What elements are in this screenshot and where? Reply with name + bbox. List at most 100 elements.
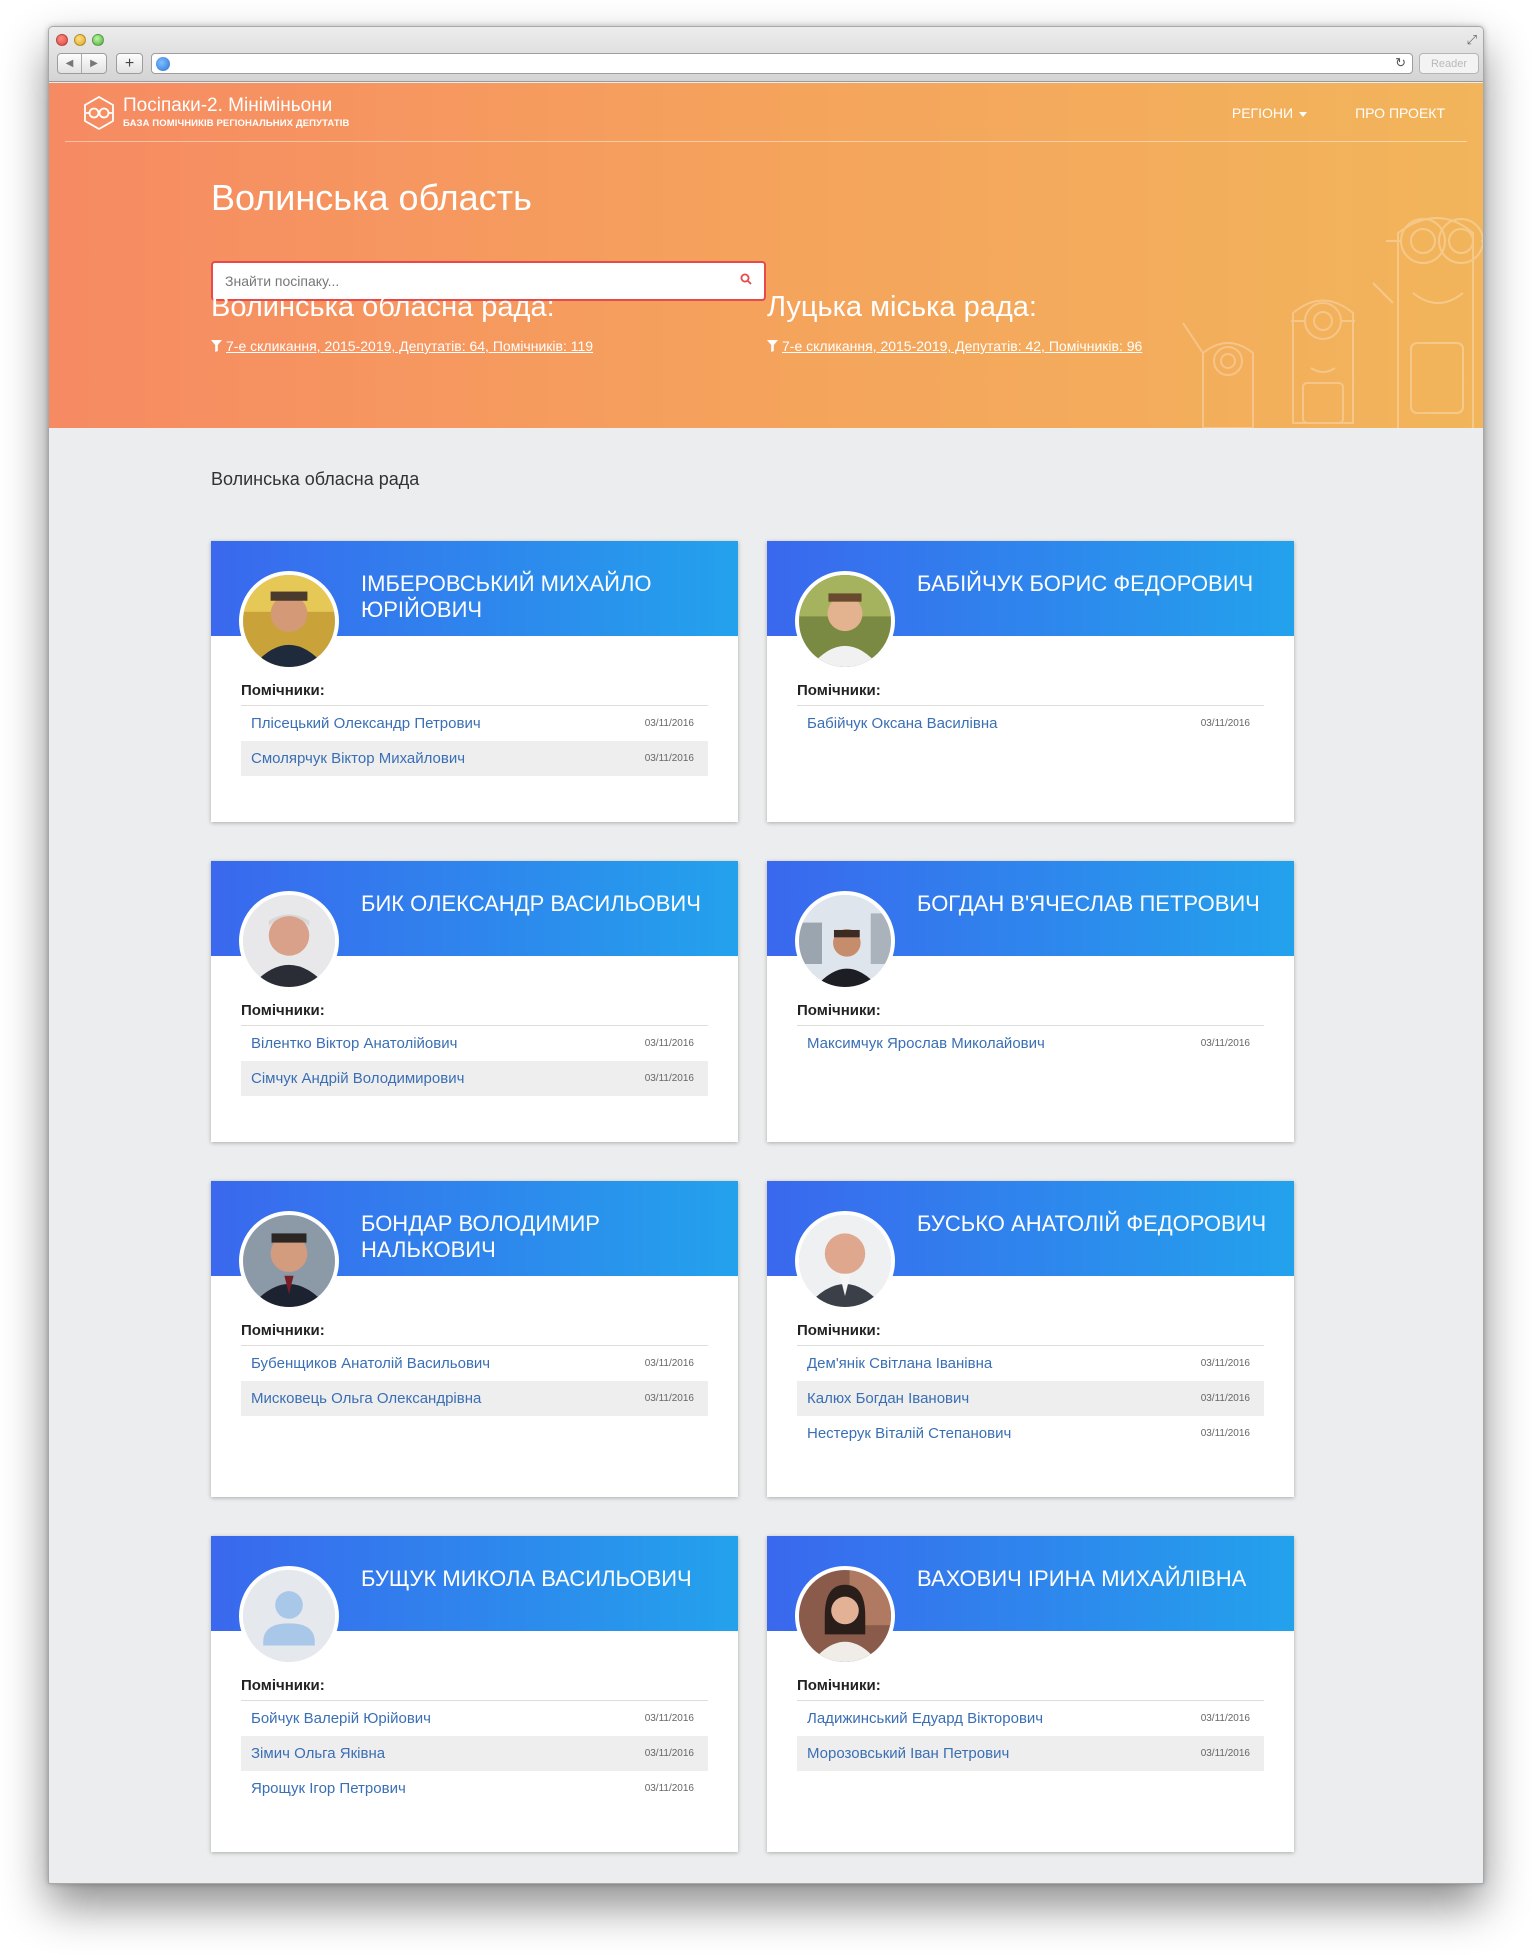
photo-man-light (799, 1215, 891, 1307)
assistant-date: 03/11/2016 (1200, 1393, 1250, 1404)
assistants-label: Помічники: (797, 1322, 1264, 1346)
card-header: Бущук Микола Васильович (211, 1536, 738, 1666)
new-tab-button[interactable]: + (116, 53, 143, 74)
assistant-row: Ладижинський Едуард Вікторович 03/11/201… (797, 1701, 1264, 1736)
card-header: Бондар Володимир Налькович (211, 1181, 738, 1311)
deputy-name[interactable]: Бусько Анатолій Федорович (917, 1211, 1267, 1237)
assistant-row: Бубенщиков Анатолій Васильович 03/11/201… (241, 1346, 708, 1381)
assistants-list: Ладижинський Едуард Вікторович 03/11/201… (797, 1701, 1264, 1771)
nav-regions-label: РЕГІОНИ (1231, 105, 1294, 121)
assistant-name[interactable]: Морозовський Іван Петрович (807, 1745, 1009, 1762)
assistant-date: 03/11/2016 (1200, 1358, 1250, 1369)
globe-icon (156, 57, 170, 71)
assistant-name[interactable]: Зімич Ольга Яківна (251, 1745, 385, 1762)
assistant-name[interactable]: Калюх Богдан Іванович (807, 1390, 969, 1407)
assistant-row: Сімчук Андрій Володимирович 03/11/2016 (241, 1061, 708, 1096)
deputy-name[interactable]: Бущук Микола Васильович (361, 1566, 711, 1592)
deputy-name[interactable]: Бабійчук Борис Федорович (917, 571, 1267, 597)
council-info-link[interactable]: 7-е скликання, 2015-2019, Депутатів: 42,… (767, 338, 1142, 354)
deputy-photo[interactable] (795, 1211, 895, 1311)
assistant-row: Ярощук Ігор Петрович 03/11/2016 (241, 1771, 708, 1806)
reload-icon[interactable]: ↻ (1395, 55, 1406, 71)
assistant-name[interactable]: Максимчук Ярослав Миколайович (807, 1035, 1045, 1052)
assistant-name[interactable]: Дем'янік Світлана Іванівна (807, 1355, 992, 1372)
deputy-card: Бондар Володимир Налькович Помічники: Бу… (211, 1181, 738, 1497)
deputy-photo[interactable] (795, 891, 895, 991)
council-info-text: 7-е скликання, 2015-2019, Депутатів: 42,… (782, 338, 1143, 354)
assistant-name[interactable]: Смолярчук Віктор Михайлович (251, 750, 465, 767)
reader-button[interactable]: Reader (1419, 53, 1479, 74)
close-window-icon[interactable] (56, 34, 68, 46)
assistant-name[interactable]: Бойчук Валерій Юрійович (251, 1710, 431, 1727)
search-icon[interactable] (740, 273, 752, 285)
address-bar[interactable]: ↻ (151, 53, 1413, 74)
assistant-date: 03/11/2016 (1200, 1713, 1250, 1724)
site-brand[interactable]: Посіпаки-2. Мініміньони БАЗА ПОМІЧНИКІВ … (81, 95, 349, 131)
site-subtitle: БАЗА ПОМІЧНИКІВ РЕГІОНАЛЬНИХ ДЕПУТАТІВ (123, 118, 350, 129)
deputy-name[interactable]: Богдан В'ячеслав Петрович (917, 891, 1267, 917)
back-icon[interactable]: ◀ (58, 54, 82, 73)
assistant-name[interactable]: Ладижинський Едуард Вікторович (807, 1710, 1043, 1727)
nav-regions-dropdown[interactable]: РЕГІОНИ (1231, 105, 1308, 121)
minion-logo-icon (84, 95, 114, 131)
deputy-photo[interactable] (239, 891, 339, 991)
deputy-name[interactable]: Бондар Володимир Налькович (361, 1211, 711, 1263)
assistants-list: Бойчук Валерій Юрійович 03/11/2016 Зімич… (241, 1701, 708, 1806)
council-name: Волинська обласна рада: (211, 291, 555, 323)
assistants-list: Бабійчук Оксана Василівна 03/11/2016 (797, 706, 1264, 741)
fullscreen-icon[interactable]: ⤢ (1467, 32, 1477, 48)
header-divider (65, 141, 1467, 142)
deputy-photo[interactable] (239, 1211, 339, 1311)
photo-man-gray (243, 895, 335, 987)
council-block-regional: Волинська обласна рада: 7-е скликання, 2… (211, 291, 593, 354)
deputy-photo[interactable] (239, 571, 339, 671)
site-header: Посіпаки-2. Мініміньони БАЗА ПОМІЧНИКІВ … (49, 83, 1483, 428)
assistant-date: 03/11/2016 (644, 1748, 694, 1759)
nav-about-link[interactable]: ПРО ПРОЕКТ (1355, 105, 1445, 121)
deputy-card: Бабійчук Борис Федорович Помічники: Бабі… (767, 541, 1294, 822)
assistant-name[interactable]: Ярощук Ігор Петрович (251, 1780, 406, 1797)
assistant-name[interactable]: Вілентко Віктор Анатолійович (251, 1035, 457, 1052)
assistants-label: Помічники: (797, 1002, 1264, 1026)
photo-man-yellow (243, 575, 335, 667)
assistant-date: 03/11/2016 (1200, 718, 1250, 729)
assistants-label: Помічники: (797, 1677, 1264, 1701)
card-header: Бусько Анатолій Федорович (767, 1181, 1294, 1311)
assistant-row: Плісецький Олександр Петрович 03/11/2016 (241, 706, 708, 741)
assistants-list: Максимчук Ярослав Миколайович 03/11/2016 (797, 1026, 1264, 1061)
deputy-card: Бик Олександр Васильович Помічники: Віле… (211, 861, 738, 1142)
browser-window: ⤢ ◀ ▶ + ↻ Reader Посіпаки-2. Мініміньони… (48, 26, 1484, 1884)
deputy-card: Богдан В'ячеслав Петрович Помічники: Мак… (767, 861, 1294, 1142)
minion-illustration-icon (1182, 217, 1483, 428)
assistant-row: Калюх Богдан Іванович 03/11/2016 (797, 1381, 1264, 1416)
council-info-link[interactable]: 7-е скликання, 2015-2019, Депутатів: 64,… (211, 338, 593, 354)
assistants-list: Бубенщиков Анатолій Васильович 03/11/201… (241, 1346, 708, 1416)
deputy-name[interactable]: Вахович Ірина Михайлівна (917, 1566, 1267, 1592)
top-navigation: РЕГІОНИ ПРО ПРОЕКТ (1232, 105, 1445, 121)
forward-icon[interactable]: ▶ (82, 54, 106, 73)
photo-man-green (799, 575, 891, 667)
assistants-label: Помічники: (241, 1322, 708, 1346)
deputy-photo[interactable] (795, 571, 895, 671)
assistant-name[interactable]: Бубенщиков Анатолій Васильович (251, 1355, 490, 1372)
deputy-name[interactable]: Імберовський Михайло Юрійович (361, 571, 711, 623)
maximize-window-icon[interactable] (92, 34, 104, 46)
browser-toolbar: ⤢ ◀ ▶ + ↻ Reader (49, 27, 1483, 82)
minimize-window-icon[interactable] (74, 34, 86, 46)
assistant-date: 03/11/2016 (644, 1358, 694, 1369)
assistant-date: 03/11/2016 (1200, 1748, 1250, 1759)
card-header: Бик Олександр Васильович (211, 861, 738, 991)
page-title: Волинська область (211, 177, 532, 218)
assistant-date: 03/11/2016 (644, 1393, 694, 1404)
deputy-photo[interactable] (795, 1566, 895, 1666)
council-block-city: Луцька міська рада: 7-е скликання, 2015-… (767, 291, 1142, 354)
assistant-row: Морозовський Іван Петрович 03/11/2016 (797, 1736, 1264, 1771)
assistant-name[interactable]: Мисковець Ольга Олександрівна (251, 1390, 481, 1407)
assistant-name[interactable]: Плісецький Олександр Петрович (251, 715, 481, 732)
assistant-name[interactable]: Сімчук Андрій Володимирович (251, 1070, 464, 1087)
assistant-name[interactable]: Нестерук Віталій Степанович (807, 1425, 1011, 1442)
assistant-name[interactable]: Бабійчук Оксана Василівна (807, 715, 997, 732)
deputy-name[interactable]: Бик Олександр Васильович (361, 891, 711, 917)
deputy-photo[interactable] (239, 1566, 339, 1666)
assistants-label: Помічники: (241, 682, 708, 706)
